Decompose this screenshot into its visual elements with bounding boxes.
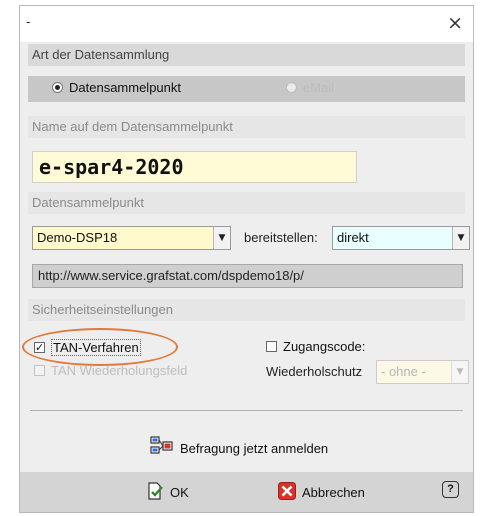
ok-button[interactable]: OK [146,482,189,503]
cancel-label: Abbrechen [302,485,365,500]
repeat-protection-label: Wiederholschutz [266,364,363,379]
title-bar: - × [20,6,473,42]
dsp-select[interactable]: Demo-DSP18 ▼ [32,226,231,250]
tan-checkbox[interactable]: ✓ TAN-Verfahren [34,339,141,356]
cancel-x-icon [278,482,296,503]
chevron-down-icon: ▼ [451,361,468,383]
radio-datensammelpunkt[interactable]: Datensammelpunkt [52,80,181,95]
repeat-protection-value: - ohne - [381,364,426,379]
register-network-icon [150,436,174,461]
chevron-down-icon[interactable]: ▼ [452,227,469,249]
checkbox-icon [266,341,277,352]
radio-selected-icon [52,82,63,93]
dsp-select-value: Demo-DSP18 [37,230,118,245]
checkmark-icon: ✓ [34,341,45,354]
dialog-footer: OK Abbrechen ? [20,472,473,512]
radio-email: eMail [286,80,334,95]
ok-label: OK [170,485,189,500]
checkbox-disabled-icon [34,365,45,376]
window-title: - [26,14,31,29]
radio-disabled-icon [286,82,297,93]
radio-email-label: eMail [303,80,335,95]
provide-select-value: direkt [337,230,369,245]
dialog-window: - × Art der Datensammlung Datensammelpun… [19,5,474,513]
collection-name-input[interactable]: e-spar4-2020 [32,151,357,183]
repeat-protection-select: - ohne - ▼ [376,360,469,384]
dsp-url-field: http://www.service.grafstat.com/dspdemo1… [32,264,463,288]
dsp-section-heading: Datensammelpunkt [28,192,465,214]
access-code-checkbox[interactable]: Zugangscode: [266,339,365,354]
ok-document-icon [146,482,164,503]
collection-type-heading: Art der Datensammlung [28,44,465,66]
chevron-down-icon[interactable]: ▼ [213,227,230,249]
collection-type-radio-row: Datensammelpunkt eMail [28,76,465,102]
provide-select[interactable]: direkt ▼ [332,226,470,250]
help-button[interactable]: ? [442,481,459,498]
divider [30,410,463,411]
access-code-label: Zugangscode: [283,339,366,354]
tan-repeat-checkbox: TAN Wiederholungsfeld [34,363,187,378]
register-survey-button[interactable]: Befragung jetzt anmelden [150,436,328,461]
security-section-heading: Sicherheitseinstellungen [28,299,465,321]
help-icon: ? [442,481,459,498]
cancel-button[interactable]: Abbrechen [278,482,365,503]
register-survey-label: Befragung jetzt anmelden [180,441,329,456]
close-icon[interactable]: × [447,12,463,34]
radio-datensammelpunkt-label: Datensammelpunkt [69,80,181,95]
name-section-heading: Name auf dem Datensammelpunkt [28,116,465,138]
tan-checkbox-label: TAN-Verfahren [51,339,141,356]
tan-repeat-label: TAN Wiederholungsfeld [51,363,188,378]
provide-label: bereitstellen: [244,230,318,245]
